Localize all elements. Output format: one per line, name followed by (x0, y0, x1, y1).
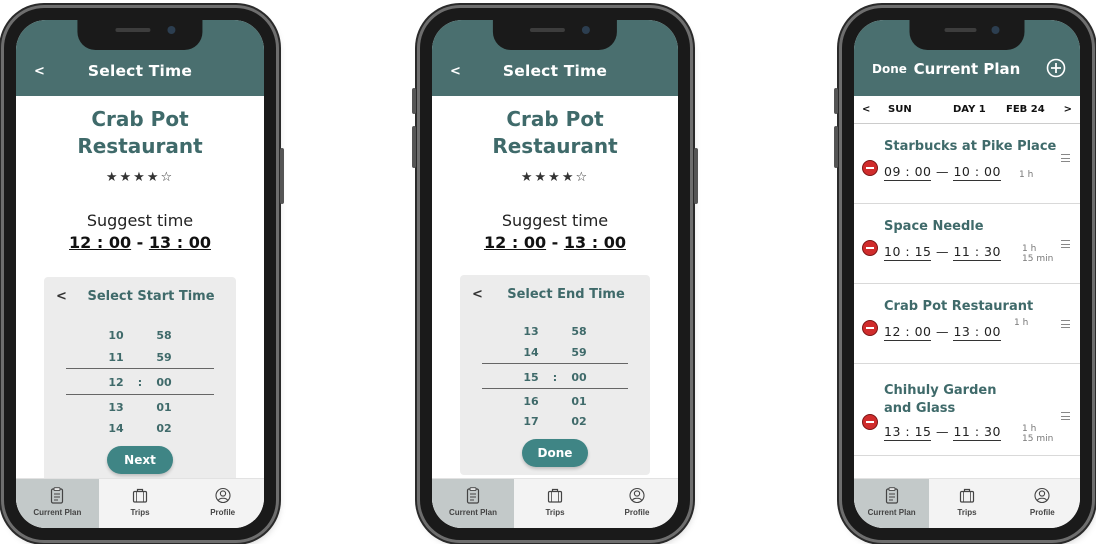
wheel-row-selected[interactable]: 15:00 (460, 371, 650, 384)
wheel-row[interactable]: 10 58 (44, 329, 236, 342)
wheel-row[interactable]: 17 02 (460, 415, 650, 428)
suitcase-icon (132, 488, 148, 503)
picker-title: Select Start Time (87, 289, 215, 304)
tab-bar: Current Plan Trips Profile (854, 478, 1080, 528)
time-range[interactable]: 12 : 00 — 13 : 00 (884, 324, 1001, 341)
suggested-time-range[interactable]: 12 : 00 - 13 : 00 (432, 233, 678, 252)
user-icon (629, 487, 645, 504)
tab-bar: Current Plan Trips Profile (16, 478, 264, 528)
delete-icon[interactable] (862, 240, 878, 256)
duration: 1 h (1019, 170, 1034, 180)
time-range[interactable]: 09 : 00 — 10 : 00 (884, 164, 1001, 181)
phone-select-end-time: < Select Time Crab Pot Restaurant ★★★★☆ … (412, 8, 698, 540)
wheel-row[interactable]: 16 01 (460, 395, 650, 408)
plan-item[interactable]: Space Needle 10 : 15 — 11 : 30 1 h 15 min (854, 204, 1080, 284)
day-selector: < SUN DAY 1 FEB 24 > (854, 96, 1080, 124)
drag-handle-icon[interactable] (1061, 412, 1070, 420)
user-icon (215, 487, 231, 504)
place-name: Chihuly Garden and Glass (884, 383, 997, 416)
tab-current-plan[interactable]: Current Plan (432, 479, 514, 528)
wheel-row[interactable]: 14 59 (460, 346, 650, 359)
tab-profile[interactable]: Profile (1005, 479, 1080, 528)
suitcase-icon (547, 488, 563, 503)
tab-profile[interactable]: Profile (181, 479, 264, 528)
duration: 1 h 15 min (1022, 244, 1054, 264)
day-weekday: SUN (888, 104, 912, 115)
screen: Done Current Plan < SUN DAY 1 FEB 24 > S… (854, 20, 1080, 528)
plan-item[interactable]: Chihuly Garden and Glass 13 : 15 — 11 : … (854, 364, 1080, 456)
done-button[interactable]: Done (522, 439, 588, 467)
wheel-row[interactable]: 13 01 (44, 401, 236, 414)
delete-icon[interactable] (862, 160, 878, 176)
plan-item[interactable]: Crab Pot Restaurant 12 : 00 — 13 : 00 1 … (854, 284, 1080, 364)
page-title: Select Time (87, 62, 193, 80)
phone-notch (492, 20, 618, 50)
drag-handle-icon[interactable] (1061, 240, 1070, 248)
tab-current-plan[interactable]: Current Plan (854, 479, 930, 528)
delete-icon[interactable] (862, 414, 878, 430)
phone-current-plan: Done Current Plan < SUN DAY 1 FEB 24 > S… (834, 8, 1092, 540)
place-name: Crab Pot Restaurant (884, 299, 1034, 314)
wheel-row[interactable]: 11 59 (44, 351, 236, 364)
time-range[interactable]: 10 : 15 — 11 : 30 (884, 244, 1001, 261)
prev-day-button[interactable]: < (862, 104, 870, 115)
user-icon (1034, 487, 1050, 504)
restaurant-name: Crab Pot Restaurant (492, 107, 618, 158)
time-range[interactable]: 13 : 15 — 11 : 30 (884, 424, 1001, 441)
tab-trips[interactable]: Trips (99, 479, 182, 528)
drag-handle-icon[interactable] (1061, 320, 1070, 328)
phone-notch (909, 20, 1025, 50)
rating-stars: ★★★★☆ (520, 170, 590, 185)
clipboard-icon (466, 487, 480, 504)
screen: < Select Time Crab Pot Restaurant ★★★★☆ … (16, 20, 264, 528)
next-day-button[interactable]: > (1064, 104, 1072, 115)
phone-select-start-time: < Select Time Crab Pot Restaurant ★★★★☆ … (4, 8, 284, 540)
place-name: Space Needle (884, 219, 984, 234)
tab-profile[interactable]: Profile (596, 479, 678, 528)
next-button[interactable]: Next (107, 446, 173, 474)
start-time-picker[interactable]: < Select Start Time 10 58 11 59 12:00 13 01… (44, 277, 236, 482)
tab-current-plan[interactable]: Current Plan (16, 479, 99, 528)
clipboard-icon (51, 487, 64, 504)
tab-trips[interactable]: Trips (929, 479, 1004, 528)
wheel-row[interactable]: 14 02 (44, 422, 236, 435)
tab-trips[interactable]: Trips (514, 479, 596, 528)
wheel-row-selected[interactable]: 12:00 (44, 376, 236, 389)
plan-item[interactable]: Starbucks at Pike Place 09 : 00 — 10 : 0… (854, 124, 1080, 204)
delete-icon[interactable] (862, 320, 878, 336)
screen: < Select Time Crab Pot Restaurant ★★★★☆ … (432, 20, 678, 528)
phone-notch (77, 20, 203, 50)
wheel-row[interactable]: 13 58 (460, 325, 650, 338)
day-number: DAY 1 (953, 104, 986, 115)
suggest-label: Suggest time (501, 211, 609, 230)
duration: 1 h (1014, 318, 1029, 328)
suggest-label: Suggest time (86, 211, 194, 230)
picker-title: Select End Time (507, 287, 625, 302)
drag-handle-icon[interactable] (1061, 154, 1070, 162)
clipboard-icon (885, 487, 898, 504)
page-title: Select Time (502, 62, 608, 80)
place-name: Starbucks at Pike Place (884, 139, 1057, 154)
day-date: FEB 24 (1006, 104, 1045, 115)
duration: 1 h 15 min (1022, 424, 1054, 444)
tab-bar: Current Plan Trips Profile (432, 478, 678, 528)
plus-circle-icon[interactable] (1046, 58, 1066, 78)
end-time-picker[interactable]: < Select End Time 13 58 14 59 15:00 16 01 1… (460, 275, 650, 475)
suggested-time-range[interactable]: 12 : 00 - 13 : 00 (16, 233, 264, 252)
restaurant-name: Crab Pot Restaurant (77, 107, 203, 158)
rating-stars: ★★★★☆ (105, 170, 175, 185)
suitcase-icon (959, 488, 975, 503)
